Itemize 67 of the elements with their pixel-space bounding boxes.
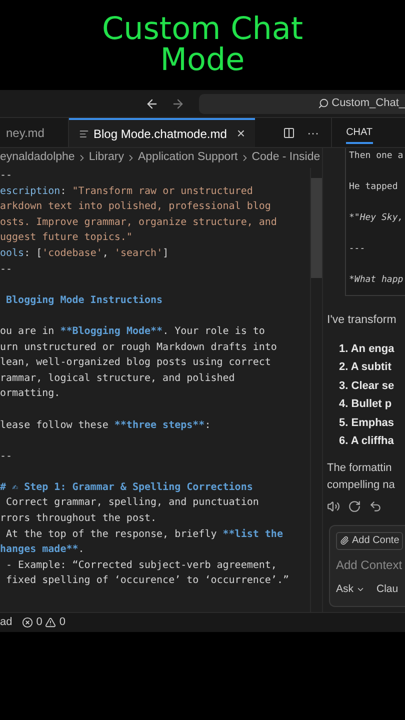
retry-icon[interactable] xyxy=(348,500,361,513)
video-title: Custom Chat xyxy=(102,14,304,45)
code-line: -- xyxy=(0,170,12,181)
code-line: lean, well-organized blog posts using correct xyxy=(0,357,271,368)
list-item: 4. Bullet p xyxy=(339,397,393,412)
breadcrumb-item[interactable]: Library xyxy=(88,149,124,167)
mode-dropdown[interactable]: Ask xyxy=(336,582,365,598)
list-item: 2. A subtit xyxy=(339,360,392,376)
list-item: 3. Clear se xyxy=(339,378,396,394)
file-icon xyxy=(79,128,90,138)
back-icon[interactable] xyxy=(145,96,159,110)
code-line: fixed spelling of ‘occurence’ to ‘occurrence’.” xyxy=(5,575,289,586)
warning-count[interactable]: 0 xyxy=(59,614,66,631)
code-line: ou are in **Blogging Mode**. Your role is to xyxy=(0,326,265,337)
code-line: osts. Improve grammar, organize structure, and xyxy=(0,216,277,228)
code-line: He tapped xyxy=(349,182,398,192)
code-line: Correct grammar, spelling, and punctuation xyxy=(5,497,259,508)
input-placeholder: Add Context xyxy=(336,556,404,574)
search-icon xyxy=(318,98,329,109)
chat-message: The formattin xyxy=(327,460,393,476)
code-line: -- xyxy=(0,450,12,462)
code-line: # ✍ Step 1: Grammar & Spelling Corrections xyxy=(0,482,253,493)
chat-message: I've transform xyxy=(327,312,398,328)
code-line: ormatting. xyxy=(0,388,60,400)
speaker-icon[interactable] xyxy=(327,500,340,513)
scrollbar-thumb[interactable] xyxy=(311,178,322,278)
chat-input[interactable]: Add Conte Add Context Ask Clau xyxy=(329,524,405,607)
status-item[interactable]: ad xyxy=(0,614,12,631)
code-line: urn unstructured or rough Markdown drafts into xyxy=(0,342,277,353)
code-line: uggest future topics." xyxy=(0,232,132,244)
code-line: *"Hey Sky, xyxy=(349,213,404,223)
forward-icon[interactable] xyxy=(171,96,185,110)
add-context-button[interactable]: Add Conte xyxy=(336,532,404,550)
search-field[interactable]: Custom_Chat_ xyxy=(199,94,405,114)
close-tab-button[interactable]: × xyxy=(236,123,246,144)
code-line: escription: "Transform raw or unstructured xyxy=(0,186,253,197)
model-dropdown[interactable]: Clau xyxy=(376,582,398,598)
code-line: Blogging Mode Instructions xyxy=(5,294,163,306)
code-line: ools: ['codebase', 'search'] xyxy=(0,248,169,259)
list-item: 5. Emphas xyxy=(339,416,396,431)
code-line: -- xyxy=(0,264,12,275)
undo-icon[interactable] xyxy=(369,500,382,513)
code-line: --- xyxy=(349,244,366,254)
code-line: At the top of the response, briefly **list the xyxy=(5,528,283,540)
code-line: rrors throughout the post. xyxy=(0,513,157,524)
code-line: Then one a xyxy=(349,151,404,161)
breadcrumb-item[interactable]: Application Support xyxy=(138,149,238,167)
video-title: Mode xyxy=(160,45,245,76)
chat-message: compelling na xyxy=(327,478,396,493)
warning-icon xyxy=(45,617,56,628)
breadcrumb-item[interactable]: eynaldadolphe xyxy=(0,149,75,167)
list-item: 6. A cliffha xyxy=(339,434,395,450)
code-line: hanges made**. xyxy=(0,544,84,556)
editor-tab[interactable]: Blog Mode.chatmode.md × xyxy=(69,118,256,147)
code-line: lease follow these **three steps**: xyxy=(0,420,211,430)
list-item: 1. An enga xyxy=(339,342,396,357)
code-line: *What happ xyxy=(349,275,404,285)
error-count[interactable]: 0 xyxy=(36,614,42,631)
breadcrumb-item[interactable]: Code - Inside xyxy=(252,149,320,167)
paperclip-icon xyxy=(340,536,349,546)
more-actions-button[interactable]: ··· xyxy=(307,124,320,142)
error-icon xyxy=(22,617,34,628)
code-line: rammar, logical structure, and polished xyxy=(0,372,235,384)
chat-tab[interactable]: CHAT xyxy=(346,125,373,144)
code-line: arkdown text into polished, professional blog xyxy=(0,201,271,212)
code-line: - Example: “Corrected subject-verb agreement, xyxy=(5,560,277,571)
split-editor-icon[interactable] xyxy=(283,126,296,138)
